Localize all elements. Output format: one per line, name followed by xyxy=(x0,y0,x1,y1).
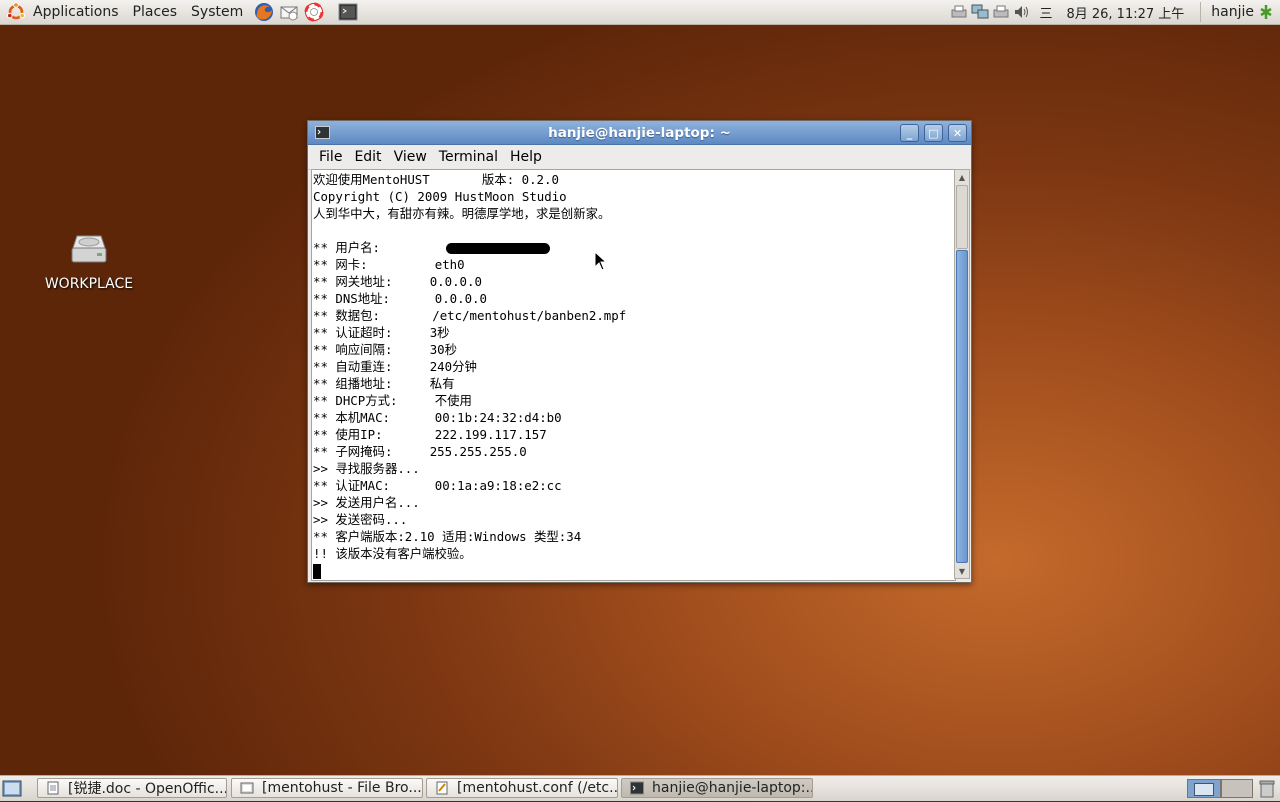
maximize-button[interactable]: □ xyxy=(924,124,943,142)
username-label: ** 用户名: xyxy=(313,240,381,255)
weekday: 三 xyxy=(1039,6,1053,22)
terminal-line: ** DHCP方式: 不使用 xyxy=(313,393,472,408)
places-menu[interactable]: Places xyxy=(126,0,185,24)
file-browser-icon xyxy=(240,782,254,794)
terminal-line: ** 响应间隔: 30秒 xyxy=(313,342,458,357)
terminal-line-username: ** 用户名: xyxy=(313,239,955,256)
terminal-line: ** 使用IP: 222.199.117.157 xyxy=(313,427,547,442)
window-titlebar[interactable]: hanjie@hanjie-laptop: ~ _ □ ✕ xyxy=(308,121,971,145)
window-title: hanjie@hanjie-laptop: ~ xyxy=(548,124,731,141)
window-menubar: File Edit View Terminal Help xyxy=(308,145,971,170)
terminal-line: ** 自动重连: 240分钟 xyxy=(313,359,477,374)
drive-icon xyxy=(71,235,107,263)
terminal-line: Copyright (C) 2009 HustMoon Studio xyxy=(313,189,567,204)
desktop-icon-label: WORKPLACE xyxy=(44,276,134,292)
scroll-down-icon[interactable]: ▼ xyxy=(955,564,969,578)
task-label: [mentohust - File Bro... xyxy=(262,780,422,796)
text-editor-icon xyxy=(436,781,448,795)
panel-separator xyxy=(1200,2,1202,22)
terminal-output[interactable]: 欢迎使用MentoHUST 版本: 0.2.0 Copyright (C) 20… xyxy=(311,169,956,581)
clock[interactable]: 8月 26, 11:27 上午 xyxy=(1066,3,1184,22)
terminal-scrollbar[interactable]: ▲ ▼ xyxy=(954,169,970,579)
mouse-pointer-icon xyxy=(594,250,608,275)
menu-view[interactable]: View xyxy=(388,149,433,165)
terminal-icon[interactable] xyxy=(337,1,359,23)
terminal-cursor xyxy=(313,564,321,579)
menu-help[interactable]: Help xyxy=(504,149,548,165)
terminal-window: hanjie@hanjie-laptop: ~ _ □ ✕ File Edit … xyxy=(307,120,972,583)
terminal-cursor-line xyxy=(313,562,955,579)
terminal-line: ** 网关地址: 0.0.0.0 xyxy=(313,274,482,289)
show-desktop-icon[interactable] xyxy=(2,779,22,798)
system-menu[interactable]: System xyxy=(184,0,250,24)
terminal-line: 欢迎使用MentoHUST 版本: 0.2.0 xyxy=(313,172,559,187)
close-button[interactable]: ✕ xyxy=(948,124,967,142)
bottom-panel: [锐捷.doc - OpenOffic... [mentohust - File… xyxy=(0,775,1280,801)
minimize-button[interactable]: _ xyxy=(900,124,919,142)
terminal-window-icon[interactable] xyxy=(315,126,330,139)
terminal-line: !! 该版本没有客户端校验。 xyxy=(313,546,472,561)
terminal-line: >> 发送用户名... xyxy=(313,495,420,510)
terminal-line: ** 组播地址: 私有 xyxy=(313,376,455,391)
terminal-task-icon xyxy=(630,781,644,795)
terminal-line: >> 寻找服务器... xyxy=(313,461,420,476)
document-icon xyxy=(47,781,59,795)
task-file-browser[interactable]: [mentohust - File Bro... xyxy=(231,778,423,798)
task-label: [锐捷.doc - OpenOffic... xyxy=(68,781,227,797)
scrollbar-track[interactable] xyxy=(956,185,968,249)
volume-icon[interactable] xyxy=(1013,4,1031,20)
task-gedit[interactable]: [mentohust.conf (/etc... xyxy=(426,778,618,798)
task-terminal[interactable]: hanjie@hanjie-laptop:... xyxy=(621,778,813,798)
terminal-lines: 欢迎使用MentoHUST 版本: 0.2.0 Copyright (C) 20… xyxy=(312,170,955,579)
trash-icon[interactable] xyxy=(1258,779,1276,798)
terminal-line: ** 网卡: eth0 xyxy=(313,257,465,272)
printer-icon-2[interactable] xyxy=(992,4,1010,20)
terminal-line: >> 发送密码... xyxy=(313,512,408,527)
top-panel: Applications Places System 三 8月 26, 11:2… xyxy=(0,0,1280,25)
task-label: [mentohust.conf (/etc... xyxy=(457,780,618,796)
terminal-line: ** 客户端版本:2.10 适用:Windows 类型:34 xyxy=(313,529,582,544)
terminal-line: ** 子网掩码: 255.255.255.0 xyxy=(313,444,527,459)
help-icon[interactable] xyxy=(303,1,325,23)
task-label: hanjie@hanjie-laptop:... xyxy=(652,780,813,796)
terminal-line: ** 数据包: /etc/mentohust/banben2.mpf xyxy=(313,308,627,323)
mail-icon[interactable] xyxy=(278,1,300,23)
desktop-icon-workplace[interactable]: WORKPLACE xyxy=(40,232,138,292)
terminal-line: ** 认证MAC: 00:1a:a9:18:e2:cc xyxy=(313,478,562,493)
menu-edit[interactable]: Edit xyxy=(348,149,387,165)
window-controls: _ □ ✕ xyxy=(895,124,967,142)
user-switcher[interactable]: hanjie xyxy=(1211,4,1254,20)
task-openoffice[interactable]: [锐捷.doc - OpenOffic... xyxy=(37,778,227,798)
scroll-up-icon[interactable]: ▲ xyxy=(955,170,969,184)
terminal-line: 人到华中大，有甜亦有辣。明德厚学地，求是创新家。 xyxy=(313,206,611,221)
terminal-line: ** DNS地址: 0.0.0.0 xyxy=(313,291,487,306)
shutdown-icon[interactable] xyxy=(1258,4,1276,20)
menu-file[interactable]: File xyxy=(313,149,348,165)
workspace-1[interactable] xyxy=(1187,779,1221,798)
workspace-2[interactable] xyxy=(1221,779,1253,798)
network-icon[interactable] xyxy=(971,4,989,20)
ubuntu-logo-icon[interactable] xyxy=(6,2,26,22)
terminal-line: ** 本机MAC: 00:1b:24:32:d4:b0 xyxy=(313,410,562,425)
menu-terminal[interactable]: Terminal xyxy=(433,149,504,165)
firefox-icon[interactable] xyxy=(253,1,275,23)
system-tray: 三 8月 26, 11:27 上午 hanjie xyxy=(947,0,1280,24)
terminal-line: ** 认证超时: 3秒 xyxy=(313,325,450,340)
redacted-username xyxy=(446,243,551,254)
printer-icon[interactable] xyxy=(950,4,968,20)
scrollbar-thumb[interactable] xyxy=(956,250,968,563)
applications-menu[interactable]: Applications xyxy=(26,0,126,24)
